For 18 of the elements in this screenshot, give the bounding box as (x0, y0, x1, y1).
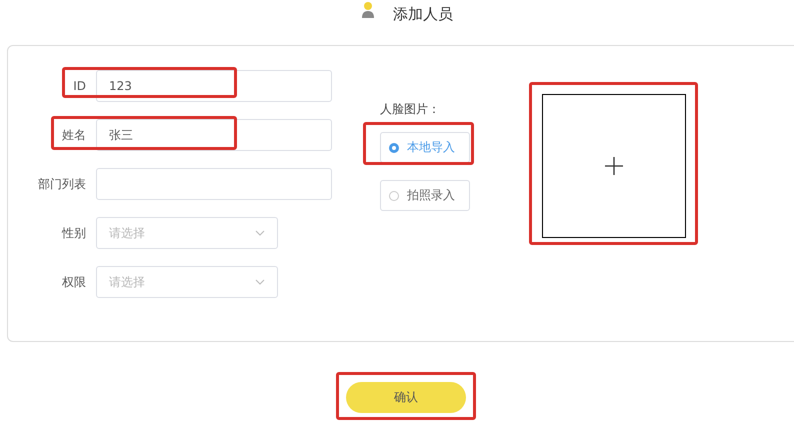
image-upload-area[interactable] (542, 94, 686, 238)
chevron-down-icon (255, 279, 265, 285)
confirm-button[interactable]: 确认 (346, 382, 466, 413)
field-label: 权限 (61, 274, 86, 290)
input-field[interactable]: 123 (96, 70, 332, 102)
page-title: 添加人员 (393, 4, 453, 25)
field-label: 性别 (60, 224, 86, 242)
input-field[interactable] (96, 168, 332, 200)
field-label: 部门列表 (37, 176, 86, 192)
input-field[interactable]: 张三 (96, 119, 332, 151)
person-icon (361, 2, 375, 18)
radio-option[interactable]: 本地导入 (380, 132, 470, 163)
field-label: ID (72, 79, 86, 93)
face-image-label: 人脸图片： (380, 101, 441, 118)
radio-option[interactable]: 拍照录入 (380, 180, 470, 211)
chevron-down-icon (255, 230, 265, 236)
plus-icon (605, 157, 623, 175)
field-label: 姓名 (61, 126, 86, 144)
